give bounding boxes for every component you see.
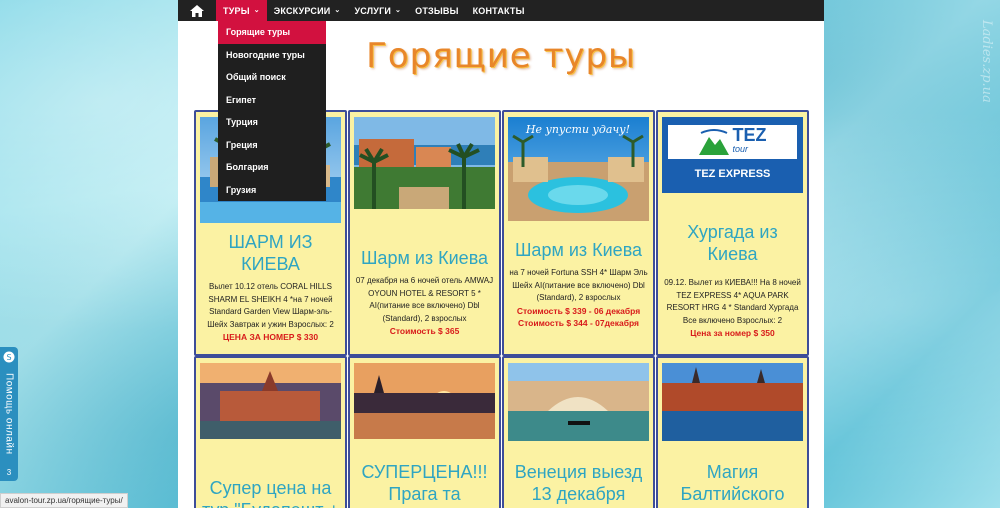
chat-icon: S (3, 351, 15, 363)
banner-text: Не упусти удачу! (525, 123, 630, 136)
chevron-down-icon: ⌄ (334, 6, 341, 14)
tour-card[interactable]: TEZ tour TEZ EXPRESS Хургада из Киева 09… (656, 110, 809, 356)
tour-title[interactable]: ШАРМ ИЗ КИЕВА (196, 231, 345, 275)
dropdown-item-hot-tours[interactable]: Горящие туры (218, 21, 326, 44)
svg-text:S: S (6, 353, 11, 362)
tour-title[interactable]: Шарм из Киева (504, 239, 653, 261)
tour-card[interactable]: Магия Балтийского (656, 356, 809, 508)
home-icon (190, 4, 204, 17)
nav-item-tours[interactable]: ТУРЫ ⌄ (216, 0, 267, 21)
tour-image: Не упусти удачу! (508, 117, 649, 221)
status-bar-url: avalon-tour.zp.ua/горящие-туры/ (0, 493, 128, 508)
tour-card[interactable]: Венеция выезд 13 декабря (502, 356, 655, 508)
tour-title[interactable]: СУПЕРЦЕНА!!! Прага та (350, 461, 499, 505)
online-help-badge: 3 (6, 468, 12, 477)
dropdown-item-general-search[interactable]: Общий поиск (218, 66, 326, 89)
nav-item-label: ОТЗЫВЫ (415, 5, 459, 16)
tour-logo-image: TEZ tour TEZ EXPRESS (662, 117, 803, 193)
tour-price: Цена за номер $ 350 (690, 328, 775, 338)
tour-description: на 7 ночей Fortuna SSH 4* Шарм Эль Шейх … (509, 268, 648, 302)
tours-dropdown-menu: Горящие туры Новогодние туры Общий поиск… (218, 21, 326, 201)
tour-price: Стоимость $ 344 - 07декабря (517, 318, 639, 328)
tour-price: Стоимость $ 339 - 06 декабря (516, 305, 641, 316)
tour-description: 09.12. Вылет из КИЕВА!!! На 8 ночей TEZ … (664, 278, 801, 325)
tour-title[interactable]: Хургада из Киева (658, 221, 807, 265)
top-navigation: ТУРЫ ⌄ ЭКСКУРСИИ ⌄ УСЛУГИ ⌄ ОТЗЫВЫ КОНТА… (178, 0, 824, 21)
nav-item-services[interactable]: УСЛУГИ ⌄ (347, 0, 408, 21)
online-help-tab[interactable]: S Помощь онлайн 3 (0, 347, 18, 481)
home-link[interactable] (178, 0, 216, 21)
tour-description: Вылет 10.12 отель CORAL HILLS SHARM EL S… (207, 282, 334, 329)
nav-item-label: УСЛУГИ (354, 5, 392, 16)
nav-item-excursions[interactable]: ЭКСКУРСИИ ⌄ (267, 0, 348, 21)
nav-item-label: ЭКСКУРСИИ (273, 5, 331, 16)
tour-card[interactable]: Не упусти удачу! Шарм из Киева на 7 ноче… (502, 110, 655, 356)
tour-price: Стоимость $ 365 (389, 326, 460, 336)
site-container: ТУРЫ ⌄ ЭКСКУРСИИ ⌄ УСЛУГИ ⌄ ОТЗЫВЫ КОНТА… (178, 0, 824, 508)
tour-image (354, 117, 495, 209)
tez-express-band: TEZ EXPRESS (694, 168, 771, 180)
tour-title[interactable]: Венеция выезд 13 декабря (504, 461, 653, 505)
tour-description: 07 декабря на 6 ночей отель AMWAJ OYOUN … (355, 276, 494, 323)
nav-item-reviews[interactable]: ОТЗЫВЫ (408, 0, 465, 21)
chevron-down-icon: ⌄ (253, 6, 260, 14)
dropdown-item-greece[interactable]: Греция (218, 134, 326, 157)
watermark-text: Ladies.zp.ua (979, 20, 994, 103)
dropdown-item-turkey[interactable]: Турция (218, 111, 326, 134)
tour-card[interactable]: СУПЕРЦЕНА!!! Прага та (348, 356, 501, 508)
dropdown-item-egypt[interactable]: Египет (218, 89, 326, 112)
tour-price: ЦЕНА ЗА НОМЕР $ 330 (222, 332, 319, 342)
tour-image (508, 363, 649, 441)
tez-mountain-icon (698, 129, 729, 155)
nav-item-label: ТУРЫ (223, 5, 250, 16)
dropdown-item-georgia[interactable]: Грузия (218, 179, 326, 202)
online-help-label: Помощь онлайн (3, 373, 15, 455)
dropdown-item-bulgaria[interactable]: Болгария (218, 156, 326, 179)
nav-item-label: КОНТАКТЫ (472, 5, 525, 16)
tour-title[interactable]: Шарм из Киева (350, 247, 499, 269)
tour-title[interactable]: Супер цена на тур "Будапешт + (196, 477, 345, 508)
tour-image (662, 363, 803, 441)
tez-logo-text: TEZ (732, 125, 767, 145)
tour-image (354, 363, 495, 439)
tour-image (200, 363, 341, 439)
chevron-down-icon: ⌄ (395, 6, 402, 14)
tez-logo-box: TEZ tour (668, 125, 797, 159)
tour-card[interactable]: Шарм из Киева 07 декабря на 6 ночей отел… (348, 110, 501, 356)
nav-item-contacts[interactable]: КОНТАКТЫ (466, 0, 532, 21)
tour-title[interactable]: Магия Балтийского (658, 461, 807, 505)
dropdown-item-new-year-tours[interactable]: Новогодние туры (218, 44, 326, 67)
tour-card[interactable]: Супер цена на тур "Будапешт + (194, 356, 347, 508)
